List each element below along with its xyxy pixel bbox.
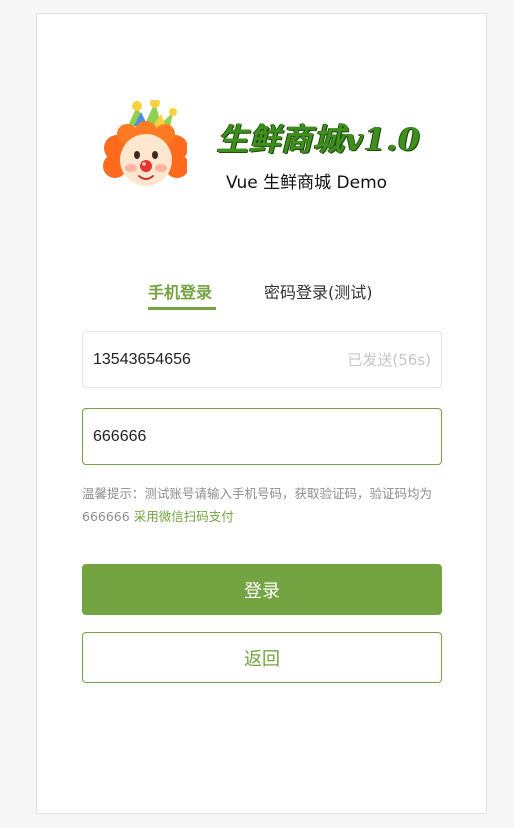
phone-input[interactable] bbox=[93, 350, 348, 369]
active-tab-indicator bbox=[148, 307, 216, 310]
verification-code-input[interactable] bbox=[93, 427, 431, 446]
tab-phone-login-label: 手机登录 bbox=[148, 283, 213, 302]
phone-field: 已发送(56s) bbox=[82, 331, 442, 388]
hint-text: 温馨提示：测试账号请输入手机号码，获取验证码，验证码均为666666 采用微信扫… bbox=[82, 482, 446, 528]
login-button-label: 登录 bbox=[244, 580, 280, 602]
wechat-pay-link[interactable]: 采用微信扫码支付 bbox=[134, 509, 234, 524]
login-button[interactable]: 登录 bbox=[82, 564, 442, 615]
brand-subtitle: Vue 生鲜商城 Demo bbox=[226, 173, 388, 193]
tab-password-login[interactable]: 密码登录(测试) bbox=[264, 279, 373, 303]
brand-title: 生鲜商城v1.0 bbox=[217, 122, 421, 158]
back-button[interactable]: 返回 bbox=[82, 632, 442, 683]
verification-code-field bbox=[82, 408, 442, 465]
tab-phone-login[interactable]: 手机登录 bbox=[148, 279, 216, 310]
login-card: 生鲜商城v1.0 Vue 生鲜商城 Demo 手机登录 密码登录(测试) 已发送… bbox=[36, 13, 487, 814]
back-button-label: 返回 bbox=[244, 648, 280, 670]
clown-mascot-icon bbox=[103, 100, 187, 186]
send-code-button[interactable]: 已发送(56s) bbox=[347, 349, 431, 370]
tab-password-login-label: 密码登录(测试) bbox=[264, 283, 373, 302]
